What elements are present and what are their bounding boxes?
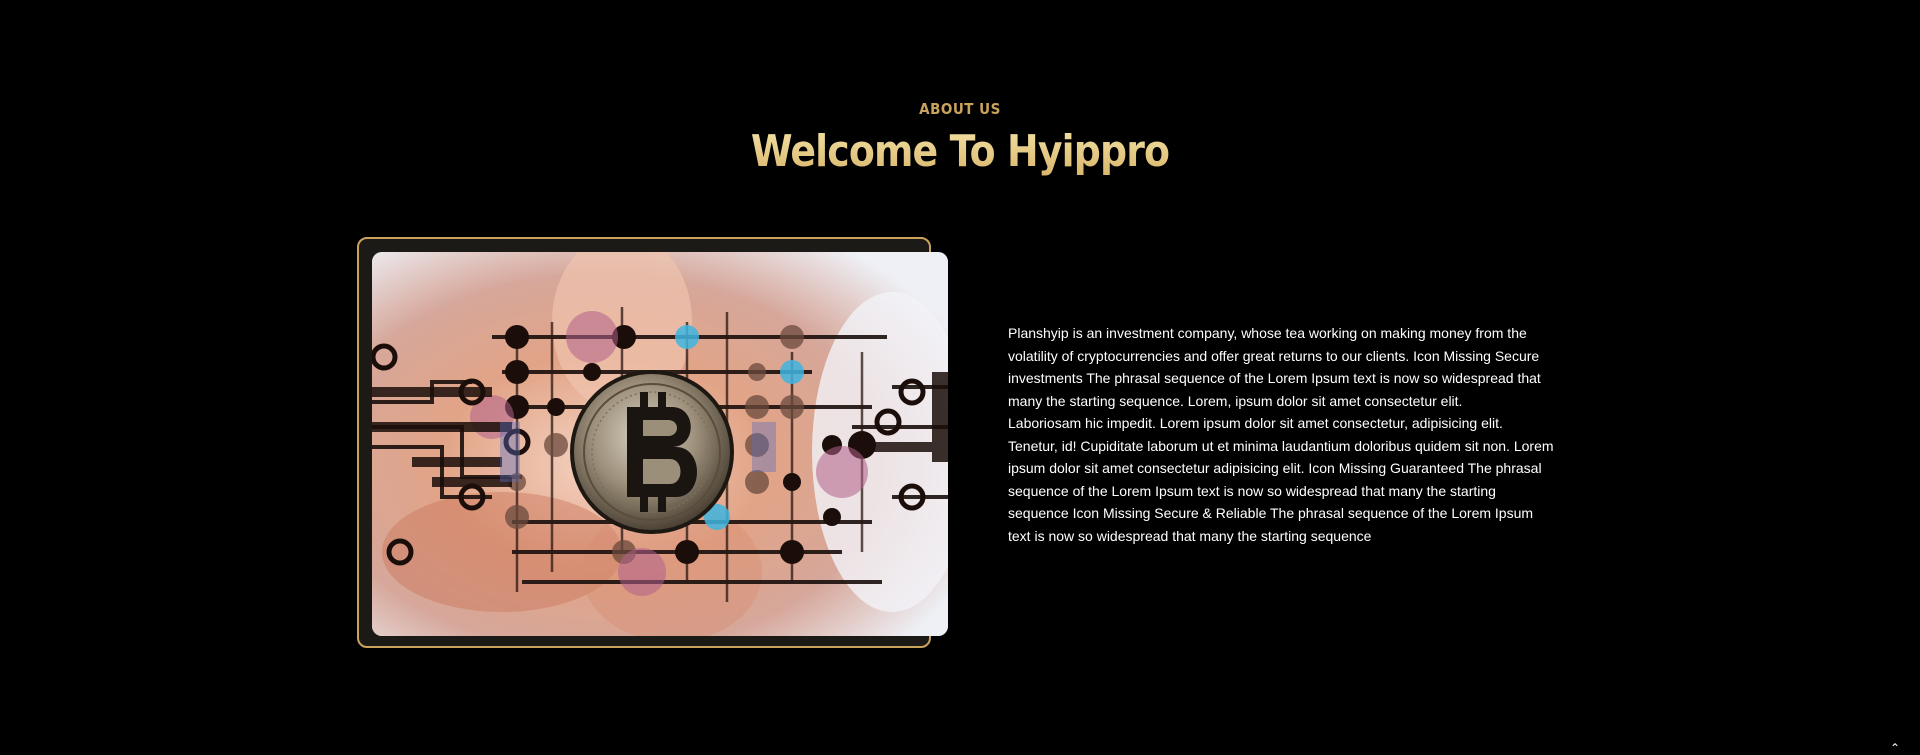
about-paragraph-1: Planshyip is an investment company, whos… xyxy=(1008,325,1541,409)
chevron-up-icon: ⌃ xyxy=(1890,741,1901,755)
about-description: Planshyip is an investment company, whos… xyxy=(1008,322,1556,547)
about-paragraph-2: Laboriosam hic impedit. Lorem ipsum dolo… xyxy=(1008,415,1554,544)
section-label: ABOUT US xyxy=(919,100,1001,118)
about-image xyxy=(372,252,948,636)
section-title: Welcome To Hyippro xyxy=(134,126,1785,177)
scroll-to-top-button[interactable]: ⌃ xyxy=(1890,741,1912,755)
